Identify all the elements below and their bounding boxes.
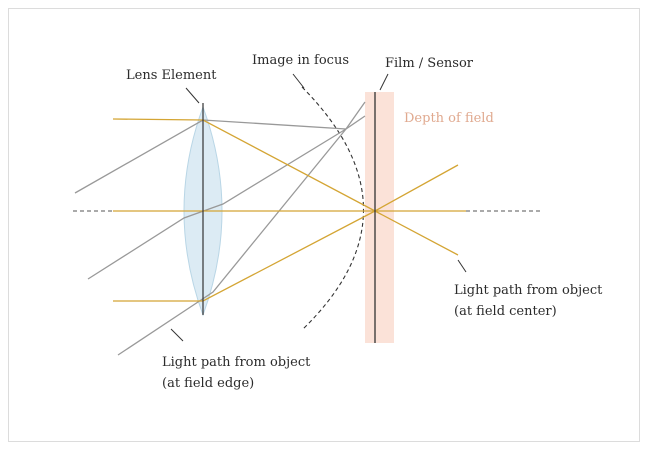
center-ray-bottom	[113, 164, 459, 302]
edge-ray-extension-1	[345, 101, 366, 130]
center-rays	[112, 118, 466, 302]
edge-path-label-line1: Light path from object	[162, 355, 311, 370]
center-path-leader	[457, 259, 467, 273]
edge-path-label-line2: (at field edge)	[162, 376, 254, 391]
lens-element-leader	[185, 87, 200, 104]
film-sensor-label: Film / Sensor	[385, 56, 474, 71]
edge-ray-bottom	[117, 128, 347, 356]
center-ray-top	[112, 118, 459, 256]
center-path-label-line1: Light path from object	[454, 283, 603, 298]
depth-of-field-label: Depth of field	[404, 111, 494, 126]
edge-path-leader	[170, 328, 184, 342]
lens-element-label: Lens Element	[126, 68, 217, 83]
center-path-label-line2: (at field center)	[454, 304, 557, 319]
edge-ray-extension-2	[345, 115, 366, 130]
depth-of-field-band	[365, 92, 394, 343]
optics-diagram: Lens Element Image in focus Film / Senso…	[73, 53, 603, 391]
image-in-focus-leader	[292, 73, 305, 89]
image-in-focus-label: Image in focus	[252, 53, 349, 68]
film-sensor-leader	[379, 73, 389, 91]
